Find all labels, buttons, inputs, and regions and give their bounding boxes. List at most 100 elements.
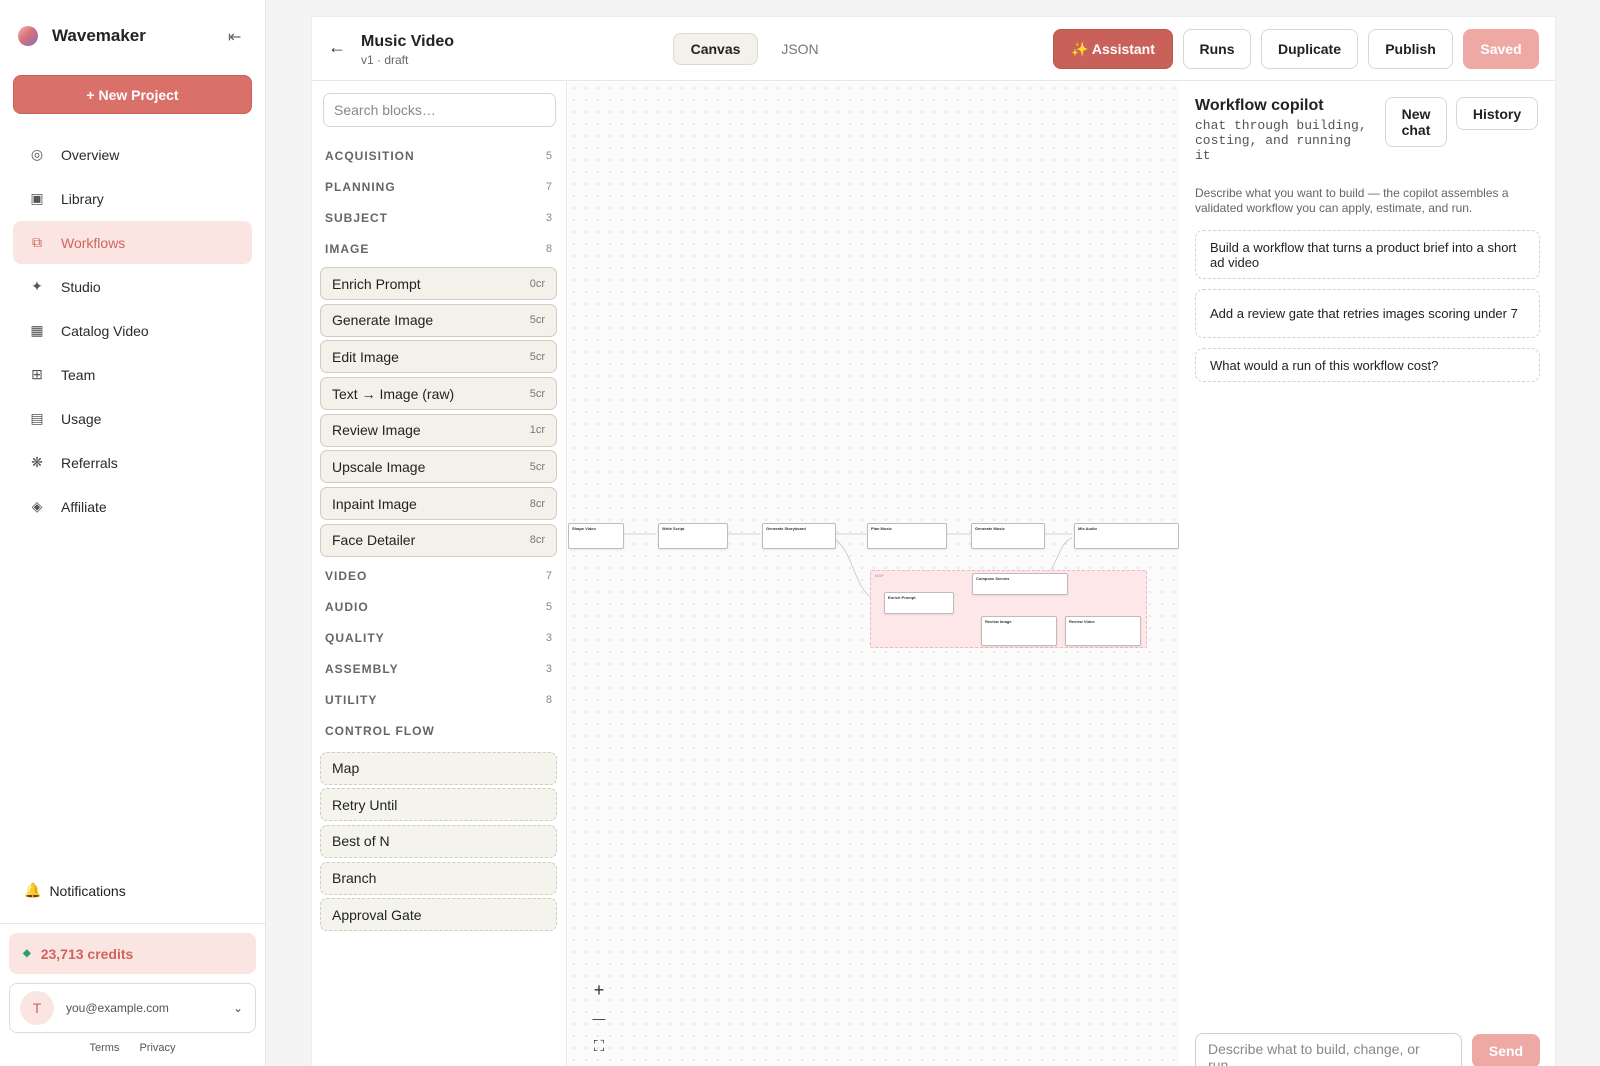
- sidebar-item-catalog-video[interactable]: ▦ Catalog Video: [13, 309, 252, 352]
- block-cost: 5cr: [529, 460, 545, 473]
- block-label: Face Detailer: [332, 532, 416, 549]
- tab-json[interactable]: JSON: [774, 33, 826, 65]
- category-control-flow[interactable]: CONTROL FLOW: [320, 716, 557, 747]
- workflow-canvas[interactable]: Shape Video Write Script Generate Storyb…: [568, 82, 1179, 1066]
- block-upscale-image[interactable]: Upscale Image 5cr: [320, 450, 557, 484]
- canvas-node[interactable]: Generate Storyboard: [762, 523, 836, 549]
- team-icon: ⊞: [31, 366, 43, 382]
- canvas-node[interactable]: Review Image: [981, 616, 1057, 646]
- workflows-icon: ⧉: [32, 234, 42, 250]
- page-subtitle: v1 · draft: [361, 53, 409, 67]
- chevron-down-icon: ⌄: [232, 1001, 243, 1015]
- suggestion-chip[interactable]: What would a run of this workflow cost?: [1195, 348, 1540, 382]
- privacy-link[interactable]: Privacy: [139, 1042, 175, 1054]
- terms-link[interactable]: Terms: [89, 1042, 119, 1054]
- new-project-button[interactable]: + New Project: [13, 75, 252, 114]
- category-label: SUBJECT: [325, 210, 389, 225]
- category-assembly[interactable]: ASSEMBLY 3: [320, 654, 557, 685]
- workflow-editor: ← Music Video v1 · draft Canvas JSON ✨ A…: [311, 16, 1556, 1066]
- sidebar-item-affiliate[interactable]: ◈ Affiliate: [13, 485, 252, 528]
- canvas-node[interactable]: Shape Video: [568, 523, 624, 549]
- category-utility[interactable]: UTILITY 8: [320, 685, 557, 716]
- block-cost: 0cr: [529, 277, 545, 290]
- sidebar-item-label: Overview: [61, 146, 120, 163]
- blocks-panel: ACQUISITION 5 PLANNING 7 SUBJECT 3 IMAGE 8 E…: [312, 82, 567, 1066]
- sidebar-item-studio[interactable]: ✦ Studio: [13, 265, 252, 308]
- block-label: Branch: [332, 870, 377, 887]
- tab-canvas[interactable]: Canvas: [673, 33, 758, 65]
- category-label: ACQUISITION: [325, 148, 415, 163]
- block-branch[interactable]: Branch: [320, 861, 557, 895]
- fit-view-button[interactable]: ⛶: [585, 1033, 613, 1059]
- sidebar-item-team[interactable]: ⊞ Team: [13, 353, 252, 396]
- credits-badge[interactable]: ◆ 23,713 credits: [9, 933, 256, 974]
- category-image[interactable]: IMAGE 8: [320, 233, 557, 264]
- canvas-node[interactable]: Enrich Prompt: [884, 592, 954, 614]
- category-quality[interactable]: QUALITY 3: [320, 623, 557, 654]
- block-label: Upscale Image: [332, 458, 426, 475]
- publish-button[interactable]: Publish: [1368, 29, 1453, 69]
- block-label: Retry Until: [332, 796, 398, 813]
- block-text-to-image-raw[interactable]: Text → Image (raw) 5cr: [320, 377, 557, 411]
- canvas-node[interactable]: Generate Music: [971, 523, 1045, 549]
- zoom-out-button[interactable]: —: [585, 1005, 613, 1031]
- blocks-list: ACQUISITION 5 PLANNING 7 SUBJECT 3 IMAGE 8 E…: [320, 140, 557, 935]
- assistant-button[interactable]: ✨ Assistant: [1053, 29, 1173, 69]
- search-blocks-input[interactable]: [323, 93, 556, 127]
- block-map[interactable]: Map: [320, 751, 557, 785]
- brand[interactable]: Wavemaker: [18, 26, 146, 46]
- sidebar-item-workflows[interactable]: ⧉ Workflows: [13, 221, 252, 264]
- runs-button[interactable]: Runs: [1183, 29, 1251, 69]
- category-label: VIDEO: [325, 569, 368, 583]
- sidebar-item-label: Catalog Video: [61, 322, 149, 339]
- sidebar-item-usage[interactable]: ▤ Usage: [13, 397, 252, 440]
- block-best-of-n[interactable]: Best of N: [320, 824, 557, 858]
- saved-button: Saved: [1463, 29, 1539, 69]
- sidebar-item-label: Studio: [61, 278, 101, 295]
- sidebar-item-overview[interactable]: ◎ Overview: [13, 133, 252, 176]
- copilot-subtitle: chat through building, costing, and runn…: [1195, 118, 1367, 163]
- sidebar-nav: ◎ Overview ▣ Library ⧉ Workflows ✦ Studio ▦ C…: [13, 133, 252, 529]
- node-title: Review Image: [985, 619, 1012, 624]
- block-review-image[interactable]: Review Image 1cr: [320, 413, 557, 447]
- zoom-in-button[interactable]: +: [585, 977, 613, 1003]
- block-face-detailer[interactable]: Face Detailer 8cr: [320, 523, 557, 557]
- canvas-node[interactable]: Review Video: [1065, 616, 1141, 646]
- block-edit-image[interactable]: Edit Image 5cr: [320, 340, 557, 374]
- category-planning[interactable]: PLANNING 7: [320, 171, 557, 202]
- canvas-node[interactable]: Compose Scenes: [972, 573, 1068, 595]
- sidebar: Wavemaker ⇤ + New Project ◎ Overview ▣ Lib…: [0, 0, 266, 1066]
- category-subject[interactable]: SUBJECT 3: [320, 202, 557, 233]
- collapse-icon[interactable]: ⇤: [228, 27, 241, 47]
- block-approval-gate[interactable]: Approval Gate: [320, 898, 557, 932]
- sidebar-item-library[interactable]: ▣ Library: [13, 177, 252, 220]
- category-acquisition[interactable]: ACQUISITION 5: [320, 140, 557, 171]
- suggestion-chip[interactable]: Add a review gate that retries images sc…: [1195, 289, 1540, 338]
- category-count: 8: [545, 242, 552, 255]
- block-enrich-prompt[interactable]: Enrich Prompt 0cr: [320, 267, 557, 300]
- history-button[interactable]: History: [1456, 97, 1538, 130]
- back-arrow-icon[interactable]: ←: [328, 37, 346, 58]
- block-inpaint-image[interactable]: Inpaint Image 8cr: [320, 487, 557, 521]
- block-label: Map: [332, 760, 360, 776]
- send-button[interactable]: Send: [1472, 1034, 1540, 1066]
- category-video[interactable]: VIDEO 7: [320, 561, 557, 592]
- editor-topbar: ← Music Video v1 · draft Canvas JSON ✨ A…: [312, 17, 1555, 81]
- copilot-message-input[interactable]: [1195, 1033, 1462, 1066]
- canvas-node[interactable]: Mix Audio: [1074, 523, 1179, 549]
- edge: [833, 537, 871, 598]
- user-menu[interactable]: T you@example.com ⌄: [9, 983, 256, 1033]
- new-chat-button[interactable]: New chat: [1385, 97, 1447, 147]
- category-count: 3: [545, 632, 552, 644]
- block-generate-image[interactable]: Generate Image 5cr: [320, 303, 557, 337]
- category-audio[interactable]: AUDIO 5: [320, 592, 557, 623]
- node-title: Review Video: [1069, 619, 1095, 624]
- category-count: 5: [545, 601, 552, 613]
- notifications-link[interactable]: 🔔 Notifications: [24, 882, 126, 899]
- suggestion-chip[interactable]: Build a workflow that turns a product br…: [1195, 230, 1540, 279]
- duplicate-button[interactable]: Duplicate: [1261, 29, 1358, 69]
- canvas-node[interactable]: Plan Music: [867, 523, 947, 549]
- sidebar-item-referrals[interactable]: ❋ Referrals: [13, 441, 252, 484]
- block-retry-until[interactable]: Retry Until: [320, 788, 557, 822]
- canvas-node[interactable]: Write Script: [658, 523, 728, 549]
